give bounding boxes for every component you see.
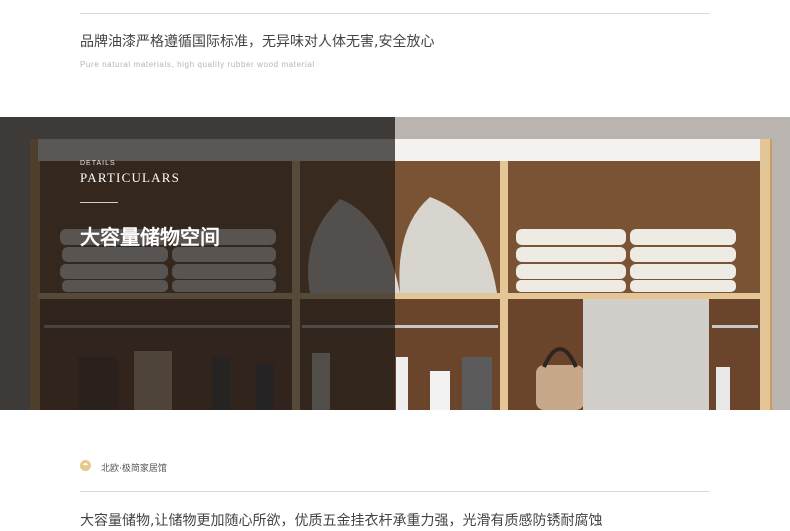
banner-divider xyxy=(80,202,118,203)
banner-title: 大容量储物空间 xyxy=(80,225,220,249)
brand-name: 北欧·极简家居馆 xyxy=(101,464,167,474)
top-subline: Pure natural materials, high quality rub… xyxy=(80,60,315,69)
details-label: DETAILS xyxy=(80,160,116,167)
particulars-label: PARTICULARS xyxy=(80,170,181,185)
top-divider xyxy=(80,13,710,14)
top-headline: 品牌油漆严格遵循国际标准，无异味对人体无害,安全放心 xyxy=(80,34,435,50)
wardrobe-banner xyxy=(0,117,790,410)
bottom-divider xyxy=(80,491,710,492)
banner-dark-overlay xyxy=(0,117,395,410)
bottom-headline: 大容量储物,让储物更加随心所欲，优质五金挂衣杆承重力强，光滑有质感防锈耐腐蚀 xyxy=(80,513,603,529)
brand-logo-icon xyxy=(80,460,91,471)
